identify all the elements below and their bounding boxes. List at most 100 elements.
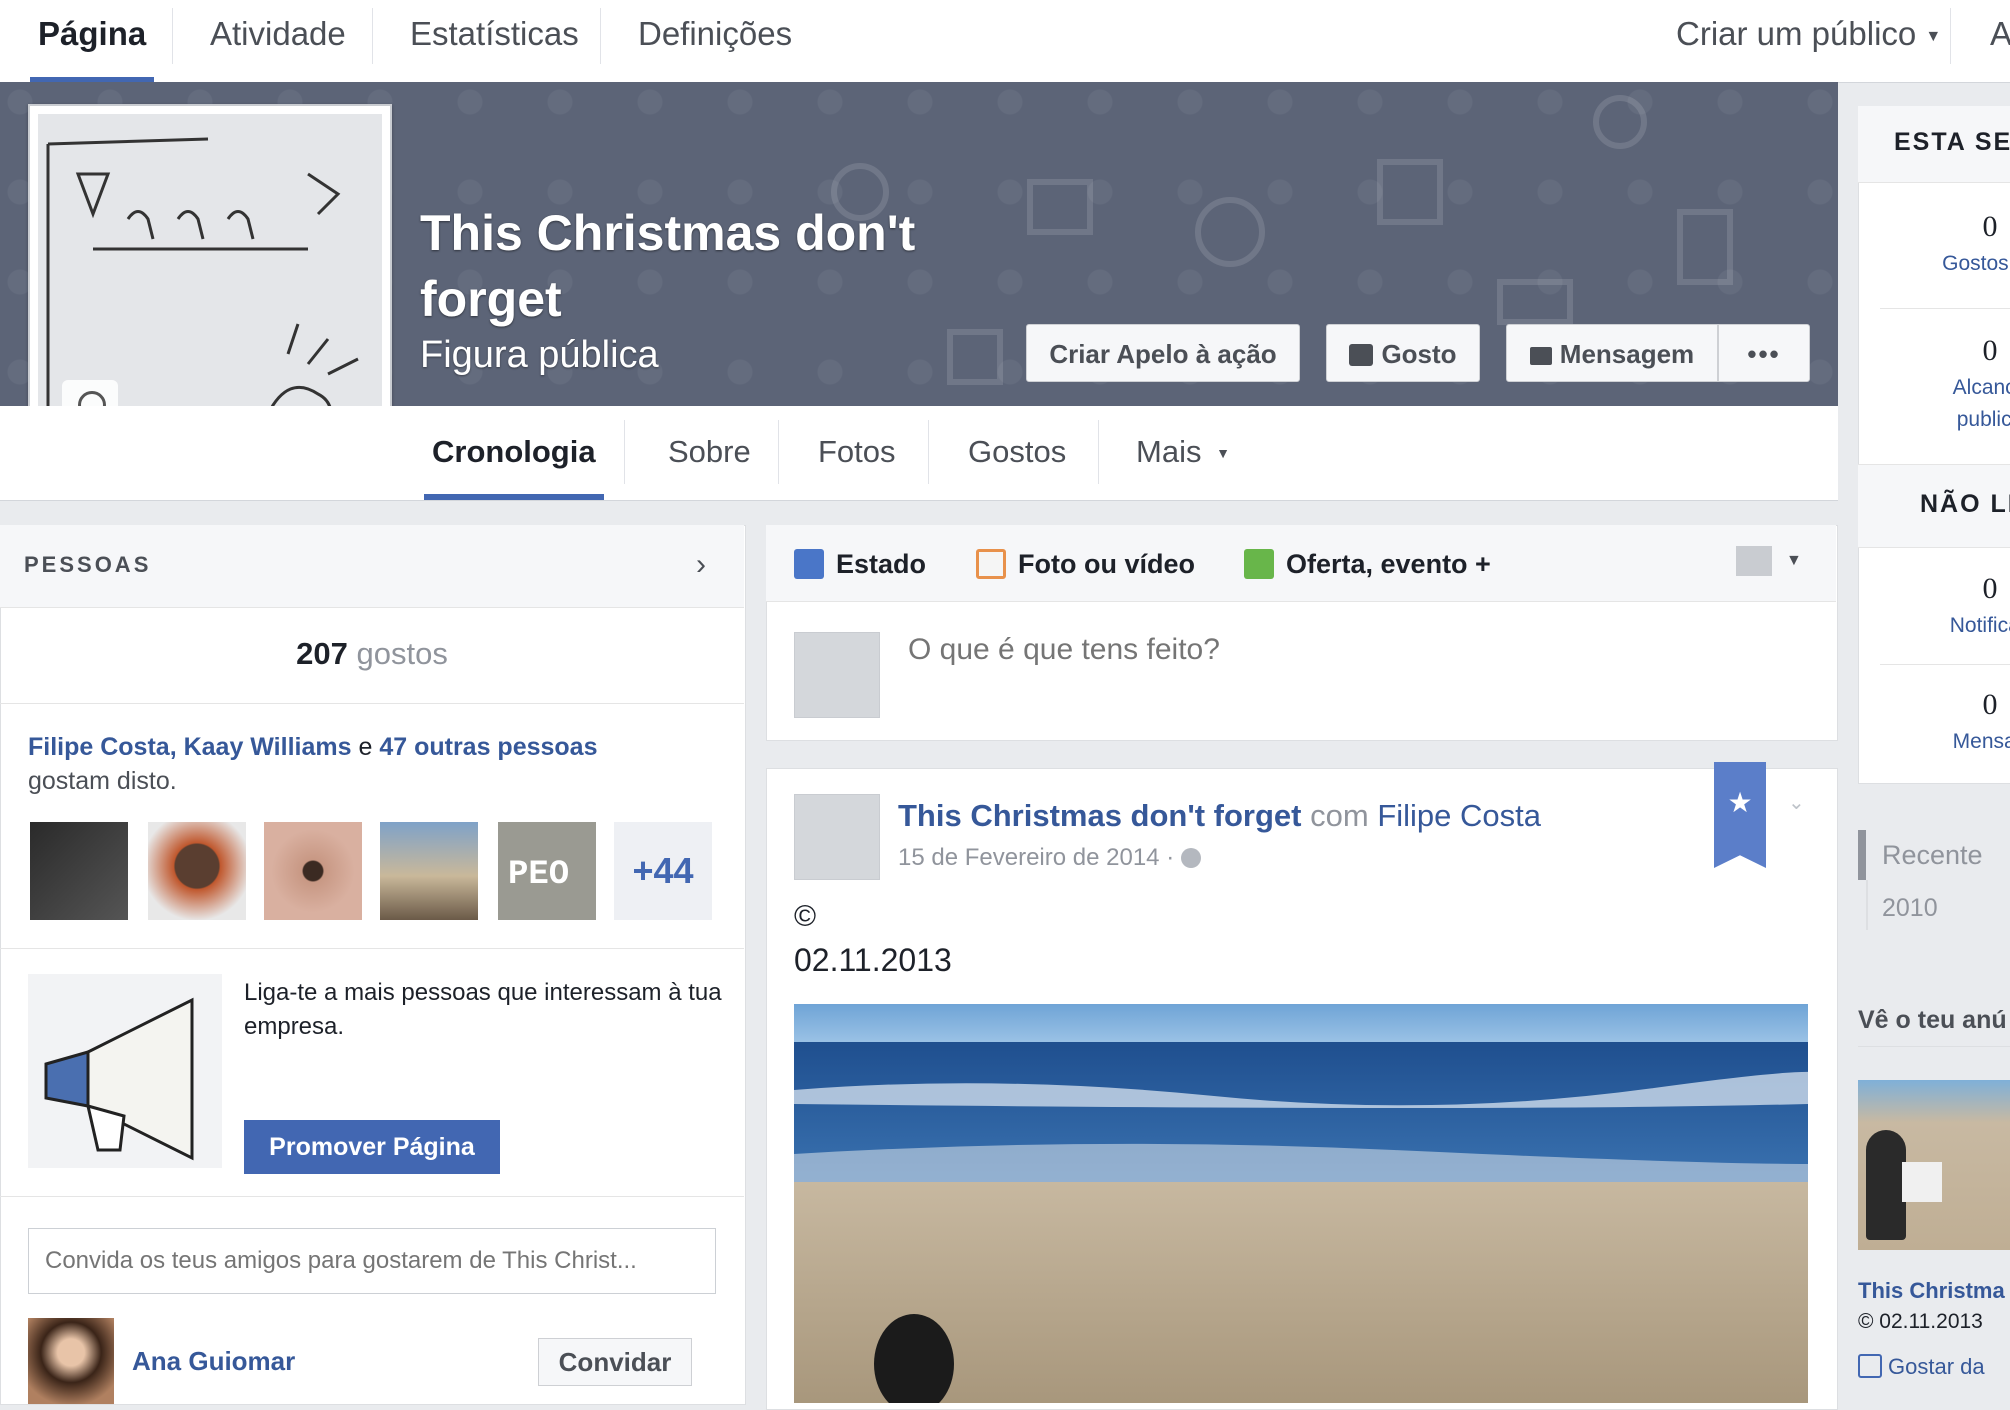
status-input[interactable] [906, 624, 1810, 676]
divider [372, 8, 373, 64]
stat-messages-label[interactable]: Mensag [1890, 726, 2010, 757]
chevron-down-icon[interactable]: ⌄ [1788, 790, 1805, 815]
ad-like-link[interactable]: Gostar da [1858, 1354, 1985, 1380]
page-identity-icon[interactable] [1736, 546, 1772, 576]
star-glyph: ★ [1727, 787, 1753, 818]
top-tab-pagina[interactable]: Página [29, 0, 155, 82]
caret-down-icon: ▼ [1216, 445, 1230, 461]
invite-button[interactable]: Convidar [538, 1338, 692, 1386]
chevron-right-icon[interactable]: › [696, 548, 706, 582]
more-options-button[interactable]: ••• [1718, 324, 1810, 382]
invite-avatar[interactable] [28, 1318, 114, 1404]
thumbs-up-icon [1349, 344, 1374, 366]
create-cta-button[interactable]: Criar Apelo à ação [1026, 324, 1300, 382]
composer-tab-photo[interactable]: Foto ou vídeo [976, 544, 1195, 584]
top-tab-definicoes[interactable]: Definições [638, 0, 792, 82]
friend-avatar-4[interactable] [380, 822, 478, 920]
composer-tab-status[interactable]: Estado [794, 544, 926, 584]
caret-down-icon[interactable]: ▼ [1786, 552, 1802, 570]
divider [1950, 8, 1951, 64]
friend-link-2[interactable]: Kaay Williams [184, 733, 352, 761]
tab-mais-label: Mais [1136, 434, 1202, 469]
highlight-star-icon[interactable]: ★ [1714, 762, 1766, 868]
stats-card [1858, 106, 2010, 784]
timeline-line [1866, 880, 1868, 930]
divider [0, 948, 744, 949]
likes-summary: 207 gostos [0, 636, 744, 672]
post-meta: 15 de Fevereiro de 2014 · [898, 844, 1201, 872]
timeline-year-2010[interactable]: 2010 [1882, 894, 1938, 923]
unread-heading: NÃO LI [1920, 490, 2010, 518]
post-text: 02.11.2013 [794, 942, 952, 978]
post-header: This Christmas don't forget com Filipe C… [898, 798, 1541, 834]
divider [624, 420, 625, 484]
globe-icon [1180, 848, 1201, 868]
connector: e [358, 733, 373, 761]
divider [1098, 420, 1099, 484]
post-photo[interactable] [794, 1004, 1808, 1403]
composer-tab-offer-label: Oferta, evento + [1286, 549, 1491, 579]
timeline-recent[interactable]: Recente [1882, 840, 1983, 871]
promote-page-button[interactable]: Promover Página [244, 1120, 500, 1174]
megaphone-drawing [44, 997, 194, 1161]
tab-cronologia[interactable]: Cronologia [424, 430, 604, 500]
likes-count: 207 [296, 636, 348, 671]
top-tab-atividade[interactable]: Atividade [210, 0, 346, 82]
create-audience-dropdown[interactable]: Criar um público ▼ [1676, 0, 1941, 82]
divider [1880, 664, 2010, 665]
friend-avatar-1[interactable] [30, 822, 128, 920]
like-page-button[interactable]: Gosto [1326, 324, 1480, 382]
ad-title[interactable]: This Christma [1858, 1278, 2005, 1304]
create-audience-label: Criar um público [1676, 15, 1917, 52]
friend-avatar-2[interactable] [148, 822, 246, 920]
top-tab-estatisticas[interactable]: Estatísticas [410, 0, 579, 82]
invite-friends-input[interactable] [28, 1228, 716, 1294]
composer-page-avatar [794, 632, 880, 718]
invite-friend-name[interactable]: Ana Guiomar [132, 1346, 295, 1377]
stat-notifications-label[interactable]: Notificaç [1890, 610, 2010, 641]
ad-preview-image[interactable] [1858, 1080, 2010, 1250]
tab-fotos[interactable]: Fotos [818, 430, 896, 500]
friend-avatar-3[interactable] [264, 822, 362, 920]
divider [0, 703, 744, 704]
friend-link-1[interactable]: Filipe Costa [28, 733, 170, 761]
ad-paper-figure [1902, 1162, 1942, 1202]
thumbs-up-icon [1858, 1354, 1882, 1378]
post-author-link[interactable]: This Christmas don't forget [898, 798, 1302, 833]
caret-down-icon: ▼ [1925, 28, 1942, 45]
friend-avatar-5[interactable]: PEO [498, 822, 596, 920]
timeline-active-marker [1858, 830, 1866, 880]
divider [600, 8, 601, 64]
post-tagged-person[interactable]: Filipe Costa [1377, 798, 1541, 833]
others-link[interactable]: 47 outras pessoas [379, 733, 597, 761]
stat-reach-label-2[interactable]: publica [1890, 404, 2010, 435]
ad-person-figure [1866, 1130, 1906, 1240]
page-title[interactable]: This Christmas don't forget [420, 200, 980, 332]
ad-preview-heading: Vê o teu anú [1858, 1006, 2007, 1034]
like-this-text: gostam disto. [28, 767, 177, 795]
divider [1858, 1046, 2010, 1047]
beach-photo [794, 1004, 1808, 1403]
promote-text: Liga-te a mais pessoas que interessam à … [244, 979, 722, 1040]
post-date[interactable]: 15 de Fevereiro de 2014 [898, 844, 1160, 871]
post-author-avatar[interactable] [794, 794, 880, 880]
divider [928, 420, 929, 484]
message-button-label: Mensagem [1559, 339, 1695, 369]
message-button[interactable]: Mensagem [1506, 324, 1718, 382]
photo-icon [976, 549, 1006, 579]
ad-like-label: Gostar da [1888, 1354, 1985, 1379]
megaphone-icon [28, 974, 222, 1168]
tab-mais[interactable]: Mais ▼ [1136, 430, 1230, 500]
stat-likes-label[interactable]: Gostos da [1890, 248, 2010, 279]
composer-tab-offer[interactable]: Oferta, evento + [1244, 544, 1491, 584]
tab-sobre[interactable]: Sobre [668, 430, 751, 500]
top-tab-truncated[interactable]: A [1990, 0, 2010, 82]
stat-reach-label-1[interactable]: Alcance [1890, 372, 2010, 403]
more-friends-count[interactable]: +44 [614, 822, 712, 920]
pencil-icon [794, 549, 824, 579]
divider [1880, 308, 2010, 309]
like-button-label: Gosto [1381, 339, 1457, 369]
composer-tab-photo-label: Foto ou vídeo [1018, 549, 1195, 579]
tab-gostos[interactable]: Gostos [968, 430, 1066, 500]
divider [778, 420, 779, 484]
